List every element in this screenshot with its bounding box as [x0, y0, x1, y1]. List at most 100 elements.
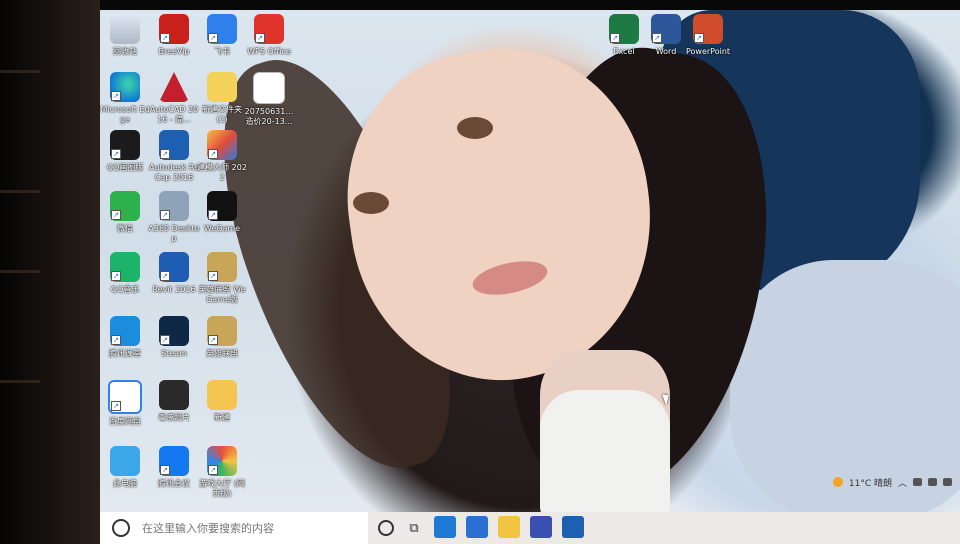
icon-label: 腾讯会议: [158, 479, 190, 488]
icon-label: Microsoft Edge: [100, 105, 150, 124]
modeling-master-icon: ↗: [207, 130, 237, 160]
word-icon: ↗: [651, 14, 681, 44]
desktop-icon-new-folder[interactable]: 新建: [196, 380, 248, 423]
autocad-taskbar-icon[interactable]: [530, 516, 552, 538]
desktop-icon-feishu[interactable]: ↗ 飞书: [196, 14, 248, 57]
game-hall-icon: ↗: [207, 446, 237, 476]
icon-label: 20750631…造价20-13...: [244, 107, 294, 126]
qq-icon: ↗: [110, 130, 140, 160]
shelf-line: [0, 70, 40, 73]
icon-label: QQ画图版: [106, 163, 144, 172]
room-background-left: [0, 0, 100, 544]
wegame-icon: ↗: [207, 191, 237, 221]
wallpaper-eye: [353, 192, 389, 214]
icon-label: 微信: [117, 224, 133, 233]
icon-label: AutoCAD 2016 - 简...: [149, 105, 199, 124]
weather-text[interactable]: 11°C 晴朗: [849, 476, 892, 489]
desktop-icon-modeling-master[interactable]: ↗ 建模大师 2022: [196, 130, 248, 183]
desktop-icon-this-pc[interactable]: 此电脑: [99, 446, 151, 489]
desktop-icon-revit[interactable]: ↗ Revit 2016: [148, 252, 200, 295]
network-icon[interactable]: [928, 478, 937, 486]
zip-folder-icon: [207, 72, 237, 102]
desktop-icon-word-document[interactable]: 20750631…造价20-13...: [243, 72, 295, 127]
icon-label: Revit 2016: [152, 285, 196, 294]
volume-icon[interactable]: [943, 478, 952, 486]
desktop-icon-recycle-bin[interactable]: 回收站: [99, 14, 151, 57]
icon-label: 此电脑: [113, 479, 137, 488]
desktop-icon-baidu-netdisk[interactable]: ↗ 百度网盘: [99, 380, 151, 427]
desktop-icon-powerpoint[interactable]: ↗ PowerPoint: [682, 14, 734, 57]
icon-label: 飞书: [214, 47, 230, 56]
wallpaper-shirt: [540, 390, 670, 520]
feishu-icon: ↗: [207, 14, 237, 44]
icon-label: 建模大师 2022: [197, 163, 247, 182]
lol-icon: ↗: [207, 316, 237, 346]
desktop-icon-wegame[interactable]: ↗ WeGame: [196, 191, 248, 234]
cortana-button[interactable]: [374, 516, 398, 540]
icon-label: 英雄联盟: [206, 349, 238, 358]
desktop-icon-lol[interactable]: ↗ 英雄联盟: [196, 316, 248, 359]
desktop-icon-recap[interactable]: ↗ Autodesk ReCap 2016: [148, 130, 200, 183]
icon-label: QQ音乐: [110, 285, 140, 294]
baidu-netdisk-icon: ↗: [108, 380, 142, 414]
system-tray: 11°C 晴朗 ︿: [832, 473, 952, 491]
desktop-icon-wps-office[interactable]: ↗ WPS Office: [243, 14, 295, 57]
recycle-bin-icon: [110, 14, 140, 44]
icon-label: A360 Desktop: [148, 224, 200, 243]
desktop-icon-tencent-classroom[interactable]: ↗ 腾讯课堂: [99, 316, 151, 359]
desktop-icon-photo[interactable]: 毒液照片: [148, 380, 200, 423]
icon-label: Autodesk ReCap 2016: [148, 163, 200, 182]
icon-label: 游戏大厅 (网页版): [199, 479, 245, 498]
recap-icon: ↗: [159, 130, 189, 160]
weather-sun-icon: [832, 477, 843, 487]
icon-label: Steam: [161, 349, 187, 358]
folder-icon: [207, 380, 237, 410]
wallpaper-eye: [457, 117, 493, 139]
icon-label: WPS Office: [247, 47, 291, 56]
desktop-icon-lol-wegame[interactable]: ↗ 英雄联盟 WeGame版: [196, 252, 248, 305]
edge-icon: ↗: [110, 72, 140, 102]
desktop-icon-breevip[interactable]: ↗ BreeVip: [148, 14, 200, 57]
word-document-icon: [253, 72, 285, 104]
autocad-icon: [159, 72, 189, 102]
file-explorer-icon[interactable]: [498, 516, 520, 538]
icon-label: WeGame: [203, 224, 241, 233]
search-icon: [112, 519, 130, 537]
cortana-circle-icon: [378, 520, 394, 536]
mail-icon[interactable]: [434, 516, 456, 538]
icon-label: 英雄联盟 WeGame版: [198, 285, 246, 304]
desktop-icon-steam[interactable]: ↗ Steam: [148, 316, 200, 359]
desktop-icon-a360[interactable]: ↗ A360 Desktop: [148, 191, 200, 244]
icon-label: 毒液照片: [158, 413, 190, 422]
this-pc-icon: [110, 446, 140, 476]
powerpoint-icon: ↗: [693, 14, 723, 44]
a360-icon: ↗: [159, 191, 189, 221]
cloud-icon[interactable]: [913, 478, 922, 486]
icon-label: 回收站: [113, 47, 137, 56]
shelf-line: [0, 270, 40, 273]
desktop-icon-autocad[interactable]: AutoCAD 2016 - 简...: [148, 72, 200, 125]
tencent-meeting-icon: ↗: [159, 446, 189, 476]
task-view-button[interactable]: ⧉: [402, 516, 426, 540]
desktop-icon-tencent-meeting[interactable]: ↗ 腾讯会议: [148, 446, 200, 489]
search-input[interactable]: [140, 520, 364, 536]
steam-icon: ↗: [159, 316, 189, 346]
photo-icon: [159, 380, 189, 410]
desktop-icon-qq[interactable]: ↗ QQ画图版: [99, 130, 151, 173]
chevron-up-icon[interactable]: ︿: [898, 476, 907, 489]
desktop-icon-new-folder-2[interactable]: 新建文件夹 (2): [196, 72, 248, 125]
revit-taskbar-icon[interactable]: [562, 516, 584, 538]
breevip-icon: ↗: [159, 14, 189, 44]
desktop-icon-wechat[interactable]: ↗ 微信: [99, 191, 151, 234]
taskbar: ⧉: [100, 512, 960, 544]
desktop-icon-qq-music[interactable]: ↗ QQ音乐: [99, 252, 151, 295]
shelf-line: [0, 380, 40, 383]
desktop-icon-edge[interactable]: ↗ Microsoft Edge: [99, 72, 151, 125]
excel-icon: ↗: [609, 14, 639, 44]
tencent-classroom-icon: ↗: [110, 316, 140, 346]
icon-label: PowerPoint: [685, 47, 731, 56]
store-icon[interactable]: [466, 516, 488, 538]
desktop-icon-game-hall[interactable]: ↗ 游戏大厅 (网页版): [196, 446, 248, 499]
wechat-icon: ↗: [110, 191, 140, 221]
taskbar-search[interactable]: [100, 512, 368, 544]
